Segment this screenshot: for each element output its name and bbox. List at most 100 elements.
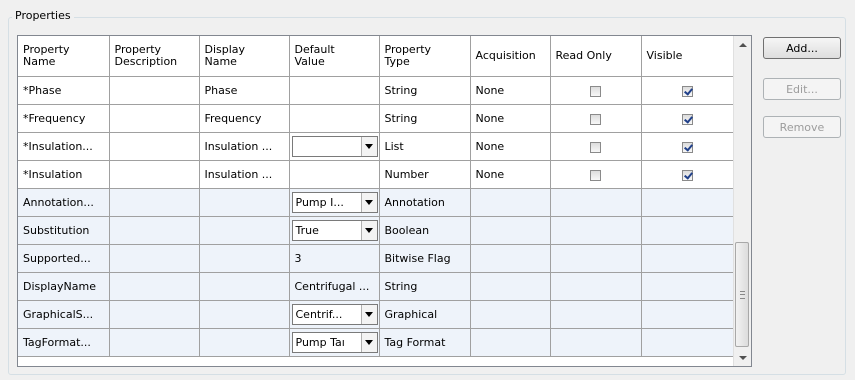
default-value-dropdown[interactable]	[291, 136, 378, 157]
cell-default-value[interactable]: True	[289, 216, 380, 245]
cell-visible[interactable]	[641, 328, 735, 357]
cell-default-value[interactable]: Centrif...	[289, 300, 380, 329]
cell-read-only[interactable]	[550, 188, 642, 217]
col-header-read-only[interactable]: Read Only	[550, 36, 642, 77]
cell-visible[interactable]	[641, 160, 735, 189]
cell-default-value[interactable]: Pump Taı	[289, 328, 380, 357]
cell-default-value[interactable]	[289, 160, 380, 189]
chevron-down-icon[interactable]	[360, 193, 377, 212]
chevron-down-icon[interactable]	[360, 305, 377, 324]
cell-property-name[interactable]: *Insulation	[18, 160, 110, 189]
cell-default-value[interactable]	[289, 132, 380, 161]
chevron-down-icon[interactable]	[360, 137, 377, 156]
cell-property-description[interactable]	[109, 300, 200, 329]
cell-visible[interactable]	[641, 76, 735, 105]
scroll-down-arrow-icon[interactable]	[734, 349, 751, 366]
cell-default-value[interactable]	[289, 76, 380, 105]
cell-property-type[interactable]: Number	[379, 160, 471, 189]
visible-checkbox[interactable]	[682, 113, 693, 125]
cell-display-name[interactable]: Frequency	[199, 104, 290, 133]
cell-property-type[interactable]: String	[379, 104, 471, 133]
cell-property-description[interactable]	[109, 160, 200, 189]
cell-read-only[interactable]	[550, 300, 642, 329]
cell-property-description[interactable]	[109, 244, 200, 273]
default-value-dropdown[interactable]: True	[291, 220, 378, 241]
scroll-up-arrow-icon[interactable]	[734, 36, 751, 53]
cell-property-description[interactable]	[109, 104, 200, 133]
cell-visible[interactable]	[641, 244, 735, 273]
read-only-checkbox[interactable]	[590, 113, 601, 125]
cell-display-name[interactable]	[199, 300, 290, 329]
cell-acquisition[interactable]	[470, 244, 551, 273]
cell-property-name[interactable]: DisplayName	[18, 272, 110, 301]
cell-acquisition[interactable]	[470, 328, 551, 357]
cell-property-name[interactable]: Substitution	[18, 216, 110, 245]
cell-property-description[interactable]	[109, 328, 200, 357]
table-row[interactable]: GraphicalS... Centrif... Graphical	[18, 300, 735, 329]
col-header-visible[interactable]: Visible	[641, 36, 735, 77]
cell-acquisition[interactable]	[470, 272, 551, 301]
col-header-display-name[interactable]: Display Name	[199, 36, 290, 77]
cell-property-type[interactable]: List	[379, 132, 471, 161]
cell-visible[interactable]	[641, 132, 735, 161]
add-button[interactable]: Add...	[763, 37, 841, 59]
cell-property-description[interactable]	[109, 216, 200, 245]
cell-display-name[interactable]	[199, 328, 290, 357]
cell-property-name[interactable]: TagFormat...	[18, 328, 110, 357]
cell-acquisition[interactable]: None	[470, 132, 551, 161]
default-value-dropdown[interactable]: Centrif...	[291, 304, 378, 325]
cell-visible[interactable]	[641, 188, 735, 217]
remove-button[interactable]: Remove	[763, 116, 841, 138]
table-row[interactable]: *Insulation Insulation ... Number None	[18, 160, 735, 189]
cell-read-only[interactable]	[550, 216, 642, 245]
chevron-down-icon[interactable]	[360, 333, 377, 352]
properties-grid[interactable]: Property Name Property Description Display…	[17, 35, 752, 367]
cell-property-type[interactable]: Tag Format	[379, 328, 471, 357]
col-header-property-description[interactable]: Property Description	[109, 36, 200, 77]
cell-default-value[interactable]: Pump I...	[289, 188, 380, 217]
cell-property-type[interactable]: Graphical	[379, 300, 471, 329]
cell-acquisition[interactable]	[470, 216, 551, 245]
cell-read-only[interactable]	[550, 328, 642, 357]
cell-display-name[interactable]	[199, 244, 290, 273]
table-row[interactable]: *Phase Phase String None	[18, 76, 735, 105]
cell-acquisition[interactable]	[470, 188, 551, 217]
visible-checkbox[interactable]	[682, 141, 693, 153]
cell-visible[interactable]	[641, 104, 735, 133]
cell-property-name[interactable]: GraphicalS...	[18, 300, 110, 329]
cell-visible[interactable]	[641, 272, 735, 301]
visible-checkbox[interactable]	[682, 85, 693, 97]
cell-read-only[interactable]	[550, 132, 642, 161]
cell-default-value[interactable]: 3	[289, 244, 380, 273]
cell-read-only[interactable]	[550, 104, 642, 133]
cell-display-name[interactable]: Insulation ...	[199, 160, 290, 189]
cell-property-name[interactable]: *Frequency	[18, 104, 110, 133]
cell-visible[interactable]	[641, 216, 735, 245]
read-only-checkbox[interactable]	[590, 169, 601, 181]
table-row[interactable]: Annotation... Pump I... Annotation	[18, 188, 735, 217]
vertical-scrollbar[interactable]	[733, 36, 751, 366]
visible-checkbox[interactable]	[682, 169, 693, 181]
cell-property-type[interactable]: String	[379, 272, 471, 301]
cell-acquisition[interactable]: None	[470, 104, 551, 133]
table-row[interactable]: DisplayName Centrifugal ... String	[18, 272, 735, 301]
col-header-property-name[interactable]: Property Name	[18, 36, 110, 77]
chevron-down-icon[interactable]	[360, 221, 377, 240]
cell-property-type[interactable]: Annotation	[379, 188, 471, 217]
default-value-dropdown[interactable]: Pump Taı	[291, 332, 378, 353]
cell-read-only[interactable]	[550, 76, 642, 105]
cell-visible[interactable]	[641, 300, 735, 329]
cell-default-value[interactable]: Centrifugal ...	[289, 272, 380, 301]
scroll-thumb[interactable]	[735, 242, 749, 347]
cell-acquisition[interactable]: None	[470, 160, 551, 189]
cell-property-type[interactable]: Bitwise Flag	[379, 244, 471, 273]
cell-display-name[interactable]	[199, 188, 290, 217]
cell-property-description[interactable]	[109, 76, 200, 105]
cell-property-name[interactable]: *Phase	[18, 76, 110, 105]
cell-property-description[interactable]	[109, 188, 200, 217]
cell-display-name[interactable]	[199, 216, 290, 245]
table-row[interactable]: *Frequency Frequency String None	[18, 104, 735, 133]
cell-display-name[interactable]: Insulation ...	[199, 132, 290, 161]
cell-display-name[interactable]	[199, 272, 290, 301]
cell-acquisition[interactable]	[470, 300, 551, 329]
